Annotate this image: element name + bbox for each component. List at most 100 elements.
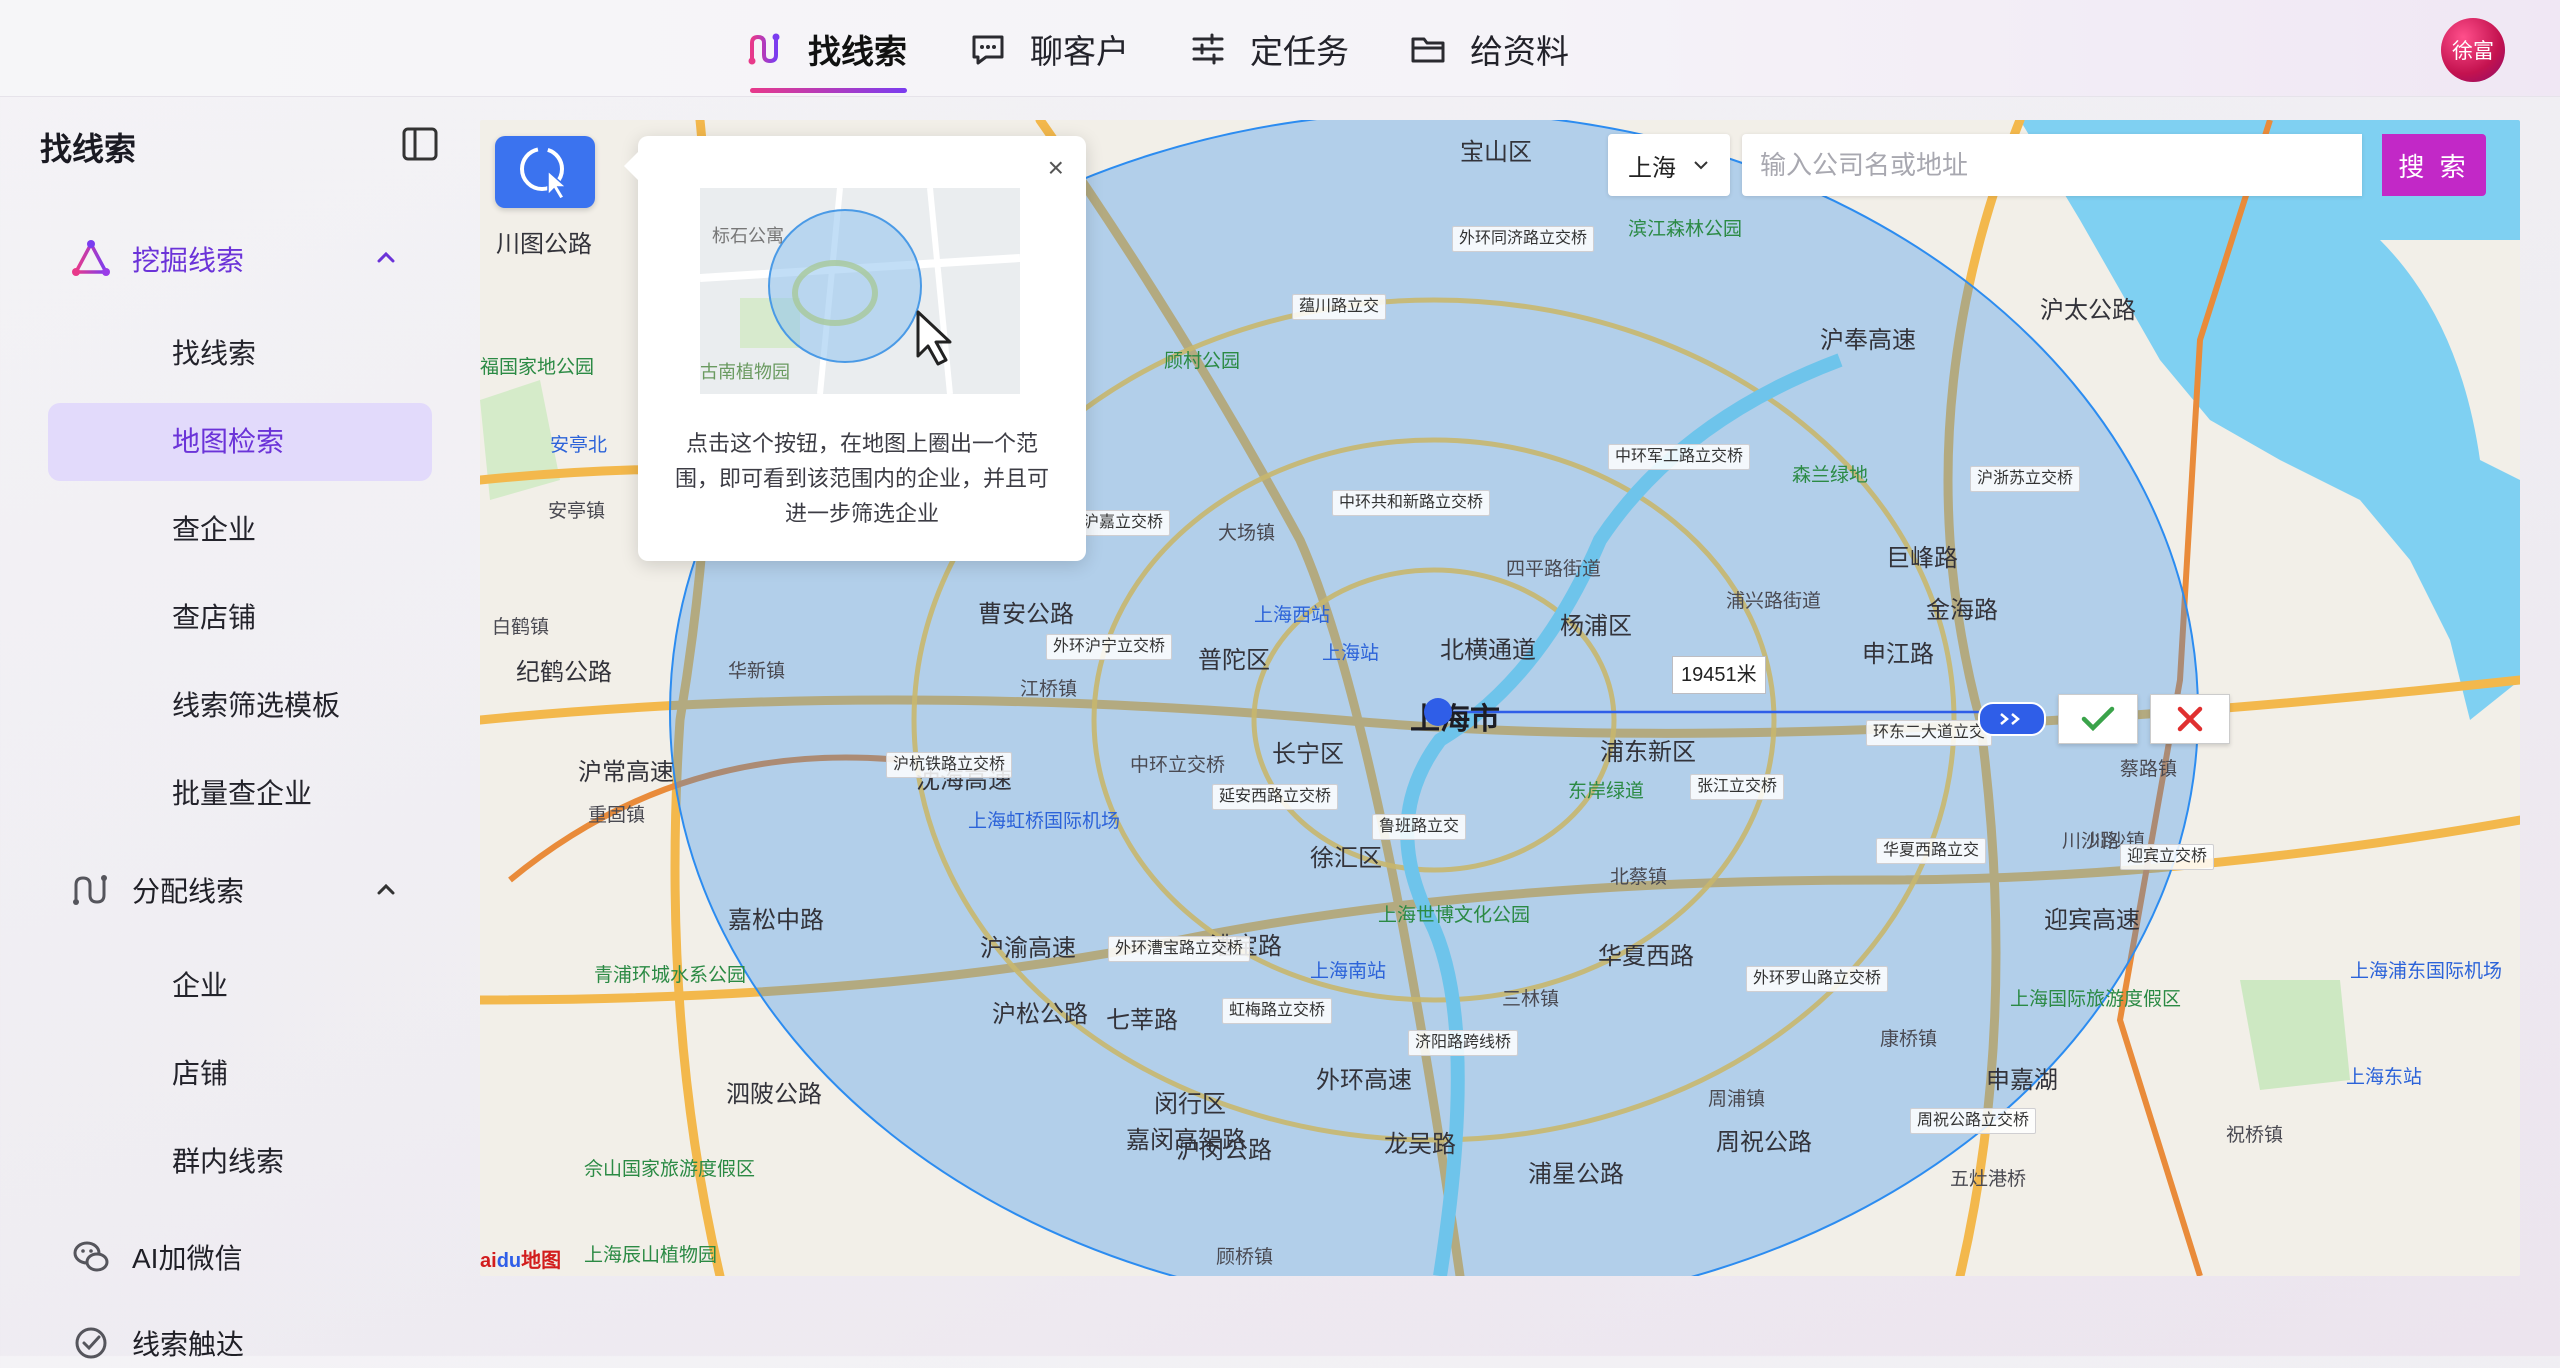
reach-icon bbox=[75, 1327, 107, 1359]
map-label-interchange: 鲁班路立交 bbox=[1372, 814, 1467, 840]
map-label-district: 祝桥镇 bbox=[2226, 1125, 2284, 1146]
radius-drag-handle[interactable] bbox=[1978, 702, 2046, 736]
chevron-up-icon[interactable] bbox=[372, 244, 400, 272]
map-label-interchange: 中环军工路立交桥 bbox=[1608, 444, 1751, 470]
sidebar-item-group-leads[interactable]: 群内线索 bbox=[172, 1142, 284, 1182]
tooltip-close-button[interactable]: × bbox=[1048, 154, 1064, 182]
tooltip-map-label: 古南植物园 bbox=[700, 362, 790, 382]
map-label-district: 华新镇 bbox=[728, 661, 786, 682]
map-label-road: 曹安公路 bbox=[978, 601, 1074, 628]
cancel-circle-button[interactable] bbox=[2150, 694, 2230, 744]
map-label-interchange: 周祝公路立交桥 bbox=[1910, 1108, 2037, 1134]
sidebar-group-ai-wechat[interactable]: AI加微信 bbox=[70, 1232, 242, 1282]
tab-give-materials[interactable]: 给资料 bbox=[1408, 24, 1569, 74]
map-label-district: 重固镇 bbox=[588, 805, 646, 826]
draw-circle-button[interactable] bbox=[495, 136, 595, 208]
company-search-input[interactable] bbox=[1742, 134, 2362, 196]
map-label-park: 东岸绿道 bbox=[1568, 781, 1645, 802]
map-label-road: 嘉松中路 bbox=[728, 907, 824, 934]
map-label-road: 中环立交桥 bbox=[1130, 755, 1226, 776]
sidebar-group-mine-leads[interactable]: 挖掘线索 bbox=[70, 234, 244, 284]
lead-path-icon bbox=[748, 33, 780, 65]
map-label-district: 白鹤镇 bbox=[492, 617, 550, 638]
map-label-road: 川沙路 bbox=[2062, 831, 2120, 852]
map-label-road: 川图公路 bbox=[496, 231, 592, 258]
city-select[interactable]: 上海 bbox=[1608, 134, 1730, 196]
sidebar-group-lead-reach[interactable]: 线索触达 bbox=[70, 1318, 244, 1368]
confirm-circle-button[interactable] bbox=[2058, 694, 2138, 744]
tab-label: 聊客户 bbox=[1030, 33, 1129, 70]
active-tab-indicator bbox=[750, 88, 907, 93]
folder-icon bbox=[1411, 37, 1445, 63]
sidebar-item-batch-query[interactable]: 批量查企业 bbox=[172, 774, 312, 814]
sidebar-item-query-company[interactable]: 查企业 bbox=[172, 510, 256, 550]
map-label-road: 巨峰路 bbox=[1886, 545, 1958, 572]
sidebar-item-find-leads[interactable]: 找线索 bbox=[172, 334, 256, 374]
map-label-interchange: 华夏西路立交 bbox=[1876, 838, 1987, 864]
sidebar-item-query-store[interactable]: 查店铺 bbox=[172, 598, 256, 638]
sidebar-group-label: 挖掘线索 bbox=[132, 245, 245, 276]
sidebar-group-label: 分配线索 bbox=[132, 876, 245, 907]
tab-set-tasks[interactable]: 定任务 bbox=[1188, 24, 1349, 74]
double-chevron-right-icon bbox=[2000, 713, 2020, 725]
map-label-road: 沪松公路 bbox=[992, 1001, 1088, 1028]
city-select-value: 上海 bbox=[1628, 154, 1676, 182]
sidebar-group-assign-leads[interactable]: 分配线索 bbox=[70, 865, 244, 915]
tooltip-illustration: 标石公寓 古南植物园 bbox=[700, 188, 1020, 394]
tab-label: 给资料 bbox=[1470, 33, 1569, 70]
sidebar-item-store[interactable]: 店铺 bbox=[172, 1054, 228, 1094]
sidebar-title: 找线索 bbox=[40, 131, 137, 167]
map-label-park: 佘山国家旅游度假区 bbox=[584, 1159, 756, 1180]
map-label-district: 普陀区 bbox=[1198, 647, 1270, 674]
tab-label: 找线索 bbox=[808, 33, 907, 70]
map-label-station: 上海浦东国际机场 bbox=[2350, 961, 2503, 982]
map-label-park: 福国家地公园 bbox=[480, 357, 595, 378]
sidebar-item-map-search[interactable]: 地图检索 bbox=[172, 422, 284, 462]
map-label-interchange: 外环沪宁立交桥 bbox=[1046, 634, 1173, 660]
map-label-station: 上海虹桥国际机场 bbox=[968, 811, 1121, 832]
map-label-interchange: 沪嘉立交桥 bbox=[1076, 510, 1171, 536]
assign-leads-icon bbox=[73, 875, 107, 905]
map-label-park: 滨江森林公园 bbox=[1628, 219, 1743, 240]
avatar[interactable]: 徐富 bbox=[2441, 18, 2505, 82]
mine-leads-icon bbox=[72, 240, 110, 276]
map-label-park: 上海国际旅游度假区 bbox=[2010, 989, 2182, 1010]
sidebar-item-company[interactable]: 企业 bbox=[172, 966, 228, 1006]
sidebar-item-filter-templates[interactable]: 线索筛选模板 bbox=[172, 686, 340, 726]
map-label-interchange: 延安西路立交桥 bbox=[1212, 784, 1339, 810]
map-label-interchange: 虹梅路立交桥 bbox=[1222, 998, 1333, 1024]
radius-label: 19451米 bbox=[1672, 656, 1766, 694]
tab-find-leads[interactable]: 找线索 bbox=[746, 24, 907, 74]
map-label-road: 申江路 bbox=[1862, 641, 1934, 668]
map-label-road: 浦星公路 bbox=[1528, 1161, 1624, 1188]
map-label-district: 三林镇 bbox=[1502, 989, 1560, 1010]
map-label-interchange: 中环共和新路立交桥 bbox=[1332, 490, 1491, 516]
map-label-park: 顾村公园 bbox=[1164, 351, 1241, 372]
map-label-road: 沪太公路 bbox=[2040, 297, 2136, 324]
map-label-district: 蔡路镇 bbox=[2120, 759, 2178, 780]
map-label-station: 上海西站 bbox=[1254, 605, 1331, 626]
map-label-park: 青浦环城水系公园 bbox=[594, 965, 747, 986]
map-label-station: 上海东站 bbox=[2346, 1067, 2423, 1088]
check-icon bbox=[2081, 706, 2115, 732]
map-label-district: 大场镇 bbox=[1218, 523, 1276, 544]
sidebar-toggle-icon[interactable] bbox=[400, 124, 440, 164]
map-label-district: 周浦镇 bbox=[1708, 1089, 1766, 1110]
chevron-up-icon[interactable] bbox=[372, 876, 400, 904]
map-label-interchange: 蕴川路立交 bbox=[1292, 294, 1387, 320]
map-label-district: 浦东新区 bbox=[1600, 739, 1696, 766]
search-button[interactable]: 搜 索 bbox=[2382, 134, 2486, 196]
map-label-district: 安亭镇 bbox=[548, 501, 606, 522]
map-label-interchange: 外环漕宝路立交桥 bbox=[1108, 936, 1251, 962]
map-label-road: 七莘路 bbox=[1106, 1007, 1178, 1034]
map-label-interchange: 济阳路跨线桥 bbox=[1408, 1030, 1519, 1056]
circle-center-marker[interactable] bbox=[1424, 698, 1452, 726]
map-label-interchange: 张江立交桥 bbox=[1690, 774, 1785, 800]
map-label-district: 四平路街道 bbox=[1506, 559, 1602, 580]
map-canvas[interactable]: 上海市 宝山区 普陀区 长宁区 徐汇区 杨浦区 浦东新区 闵行区 四平路街道 浦… bbox=[480, 120, 2520, 1276]
draw-circle-tooltip: × 标石公寓 古南植物园 点击这个按钮，在地图上圈出一个范围，即可看到该范围内的… bbox=[624, 136, 1086, 561]
map-label-district: 杨浦区 bbox=[1560, 613, 1632, 640]
map-label-interchange: 外环同济路立交桥 bbox=[1452, 226, 1595, 252]
sidebar-group-label: 线索触达 bbox=[132, 1329, 245, 1360]
tab-chat-customers[interactable]: 聊客户 bbox=[968, 24, 1129, 74]
